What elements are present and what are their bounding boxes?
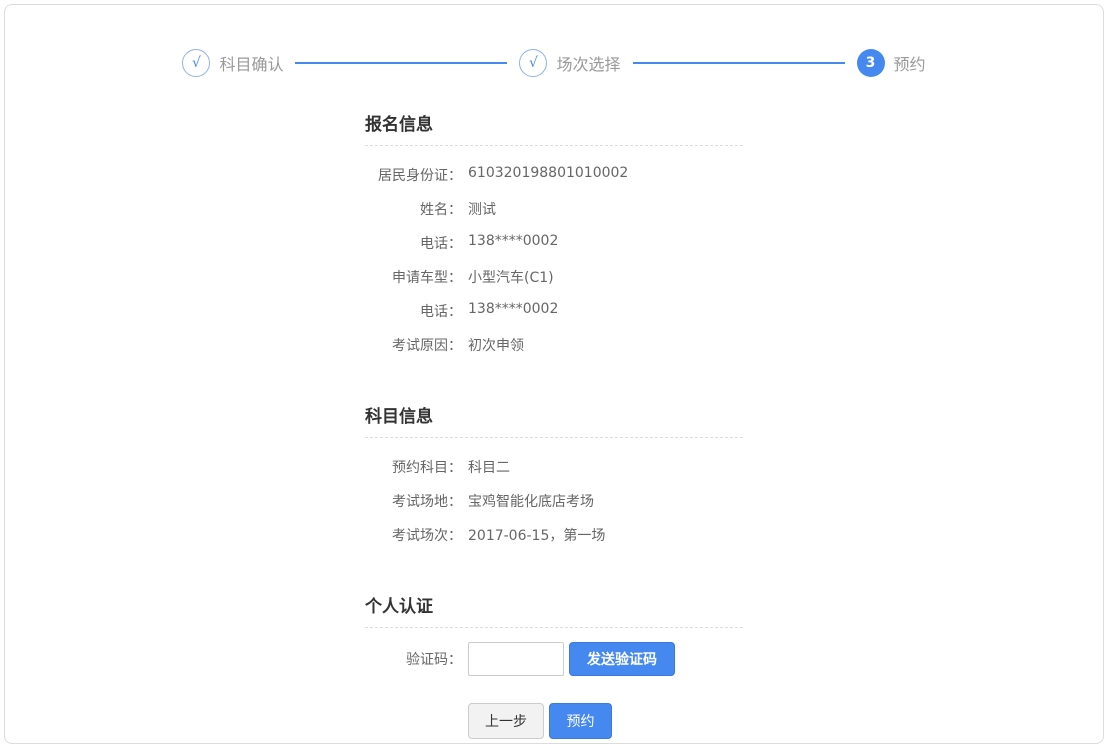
- main-content: 报名信息 居民身份证： 610320198801010002 姓名： 测试 电话…: [5, 110, 1103, 739]
- step-session-select: √ 场次选择: [519, 49, 620, 77]
- appointment-page: √ 科目确认 √ 场次选择 3 预约 报名信息 居民身份证：: [4, 4, 1104, 744]
- row-phone: 电话： 138****0002: [365, 226, 743, 260]
- row-exam-site: 考试场地： 宝鸡智能化底店考场: [365, 484, 743, 518]
- row-value: 宝鸡智能化底店考场: [468, 491, 594, 511]
- verification-code-label: 验证码：: [365, 649, 462, 669]
- footer-actions: 上一步 预约: [365, 703, 743, 739]
- previous-step-button[interactable]: 上一步: [468, 703, 544, 739]
- step-subject-confirm: √ 科目确认: [182, 49, 283, 77]
- section-title-subject: 科目信息: [365, 402, 743, 427]
- row-value: 初次申领: [468, 335, 524, 355]
- subject-rows: 预约科目： 科目二 考试场地： 宝鸡智能化底店考场 考试场次： 2017-06-…: [365, 450, 743, 552]
- row-value: 科目二: [468, 457, 510, 477]
- row-value: 138****0002: [468, 301, 558, 321]
- check-mark: √: [192, 55, 201, 71]
- section-title-registration: 报名信息: [365, 110, 743, 135]
- row-value: 138****0002: [468, 233, 558, 253]
- step-done-check-icon: √: [182, 49, 210, 77]
- check-mark: √: [529, 55, 538, 71]
- dashed-divider: [365, 145, 743, 146]
- step-done-check-icon: √: [519, 49, 547, 77]
- row-label: 考试场次：: [365, 525, 462, 545]
- row-vehicle-type: 申请车型： 小型汽车(C1): [365, 260, 743, 294]
- section-registration-info: 报名信息 居民身份证： 610320198801010002 姓名： 测试 电话…: [365, 110, 743, 362]
- step-label-subject-confirm: 科目确认: [219, 51, 283, 75]
- step-appointment: 3 预约: [857, 49, 926, 77]
- stepper-connector: [295, 62, 507, 64]
- row-exam-reason: 考试原因： 初次申领: [365, 328, 743, 362]
- step-label-session-select: 场次选择: [556, 51, 620, 75]
- row-phone-2: 电话： 138****0002: [365, 294, 743, 328]
- dashed-divider: [365, 437, 743, 438]
- row-label: 电话：: [365, 301, 462, 321]
- send-code-button[interactable]: 发送验证码: [569, 642, 675, 676]
- registration-rows: 居民身份证： 610320198801010002 姓名： 测试 电话： 138…: [365, 158, 743, 362]
- step-number-badge: 3: [857, 49, 885, 77]
- step-number: 3: [866, 55, 876, 71]
- row-value: 测试: [468, 199, 496, 219]
- section-personal-verification: 个人认证 验证码： 发送验证码: [365, 592, 743, 676]
- row-label: 申请车型：: [365, 267, 462, 287]
- row-label: 居民身份证：: [365, 165, 462, 185]
- verification-code-input[interactable]: [468, 642, 564, 676]
- dashed-divider: [365, 627, 743, 628]
- verification-code-row: 验证码： 发送验证码: [365, 642, 743, 676]
- section-subject-info: 科目信息 预约科目： 科目二 考试场地： 宝鸡智能化底店考场 考试场次： 201…: [365, 402, 743, 552]
- section-title-verification: 个人认证: [365, 592, 743, 617]
- book-appointment-button[interactable]: 预约: [549, 703, 612, 739]
- row-booked-subject: 预约科目： 科目二: [365, 450, 743, 484]
- row-label: 姓名：: [365, 199, 462, 219]
- step-label-appointment: 预约: [894, 51, 926, 75]
- row-id-number: 居民身份证： 610320198801010002: [365, 158, 743, 192]
- row-exam-session: 考试场次： 2017-06-15，第一场: [365, 518, 743, 552]
- row-name: 姓名： 测试: [365, 192, 743, 226]
- row-label: 预约科目：: [365, 457, 462, 477]
- stepper-connector: [633, 62, 845, 64]
- row-value: 2017-06-15，第一场: [468, 525, 605, 545]
- row-value: 小型汽车(C1): [468, 267, 554, 287]
- row-label: 电话：: [365, 233, 462, 253]
- row-value: 610320198801010002: [468, 165, 628, 185]
- row-label: 考试场地：: [365, 491, 462, 511]
- stepper: √ 科目确认 √ 场次选择 3 预约: [5, 49, 1103, 77]
- row-label: 考试原因：: [365, 335, 462, 355]
